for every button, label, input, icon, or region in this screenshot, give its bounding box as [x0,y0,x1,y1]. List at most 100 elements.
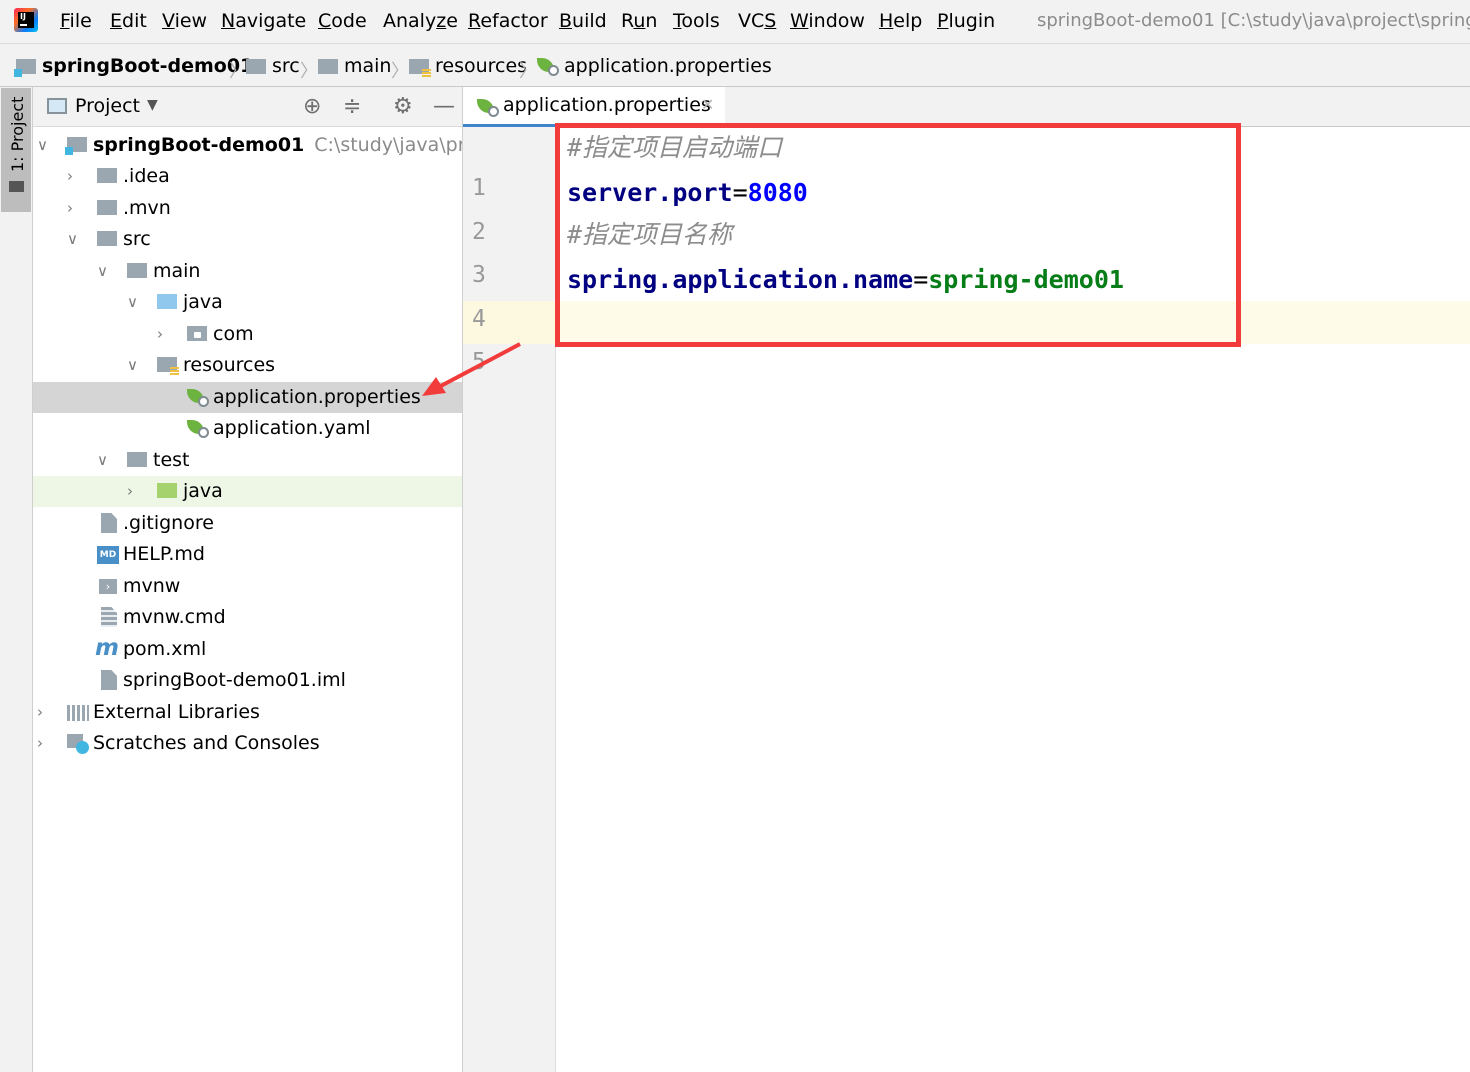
tree-item-pom[interactable]: m pom.xml [33,634,462,665]
module-folder-icon [65,137,87,155]
libraries-icon [67,705,89,721]
menu-refactor[interactable]: Refactor [468,9,548,33]
menu-edit[interactable]: Edit [110,9,147,33]
chevron-down-icon[interactable]: ∨ [67,224,81,255]
editor-tab-application-properties[interactable]: application.properties ✕ [463,87,725,127]
spring-leaf-icon [187,387,209,407]
maven-icon: m [95,635,119,661]
folder-icon [97,168,117,183]
tree-item-gitignore[interactable]: .gitignore [33,508,462,539]
collapse-all-icon[interactable]: ≑ [343,94,361,119]
tree-item-application-properties[interactable]: application.properties [33,382,462,413]
menu-plugin[interactable]: Plugin [937,9,995,33]
chevron-down-icon[interactable]: ∨ [97,445,111,476]
chevron-down-icon[interactable]: ∨ [127,287,141,318]
scratches-icon [67,734,89,754]
test-folder-icon [157,483,177,498]
menu-navigate[interactable]: Navigate [221,9,306,33]
folder-icon [318,58,338,74]
breadcrumb-main[interactable]: main [318,53,391,79]
tree-item-test[interactable]: ∨ test [33,445,462,476]
breadcrumb-project[interactable]: springBoot-demo01 [14,53,253,79]
hide-panel-icon[interactable]: — [433,94,455,119]
project-tool-folder-icon [9,181,24,192]
menu-vcs[interactable]: VCS [738,9,776,33]
shell-script-icon: › [99,579,117,594]
chevron-right-icon[interactable]: › [127,476,141,507]
spring-leaf-icon [537,56,559,76]
tree-item-idea[interactable]: › .idea [33,161,462,192]
left-tool-strip [0,87,33,1072]
folder-icon [97,200,117,215]
chevron-right-icon[interactable]: › [157,319,171,350]
project-panel: Project ▼ ⊕ ≑ ⚙ — ∨ springBoot-demo01 C:\… [33,87,463,1072]
tree-item-help-md[interactable]: MD HELP.md [33,539,462,570]
tree-item-test-java[interactable]: › java [33,476,462,507]
folder-icon [246,58,266,74]
tree-item-java[interactable]: ∨ java [33,287,462,318]
line-number-gutter: 1 2 3 4 5 [463,127,556,1072]
menu-code[interactable]: Code [318,9,367,33]
breadcrumb-file[interactable]: application.properties [537,53,772,79]
project-view-icon [47,98,67,114]
source-folder-icon [157,294,177,309]
menu-bar: IJ File Edit View Navigate Code Analyze … [0,0,1470,43]
chevron-right-icon[interactable]: › [67,193,81,224]
tree-item-application-yaml[interactable]: application.yaml [33,413,462,444]
tree-item-scratches[interactable]: › Scratches and Consoles [33,728,462,759]
editor-tab-bar: application.properties ✕ [463,87,1470,127]
folder-icon [127,452,147,467]
tree-item-resources[interactable]: ∨ resources [33,350,462,381]
chevron-right-icon[interactable]: › [67,161,81,192]
annotation-highlight-box [555,123,1241,347]
line-number: 2 [472,219,486,245]
tree-item-main[interactable]: ∨ main [33,256,462,287]
menu-build[interactable]: Build [559,9,607,33]
project-panel-header: Project ▼ ⊕ ≑ ⚙ — [33,87,462,127]
package-icon [187,326,207,341]
breadcrumb: springBoot-demo01 〉 src 〉 main 〉 resourc… [0,43,1470,87]
spring-leaf-icon [477,97,499,117]
menu-help[interactable]: Help [879,9,922,33]
tree-item-com[interactable]: › com [33,319,462,350]
tree-item-iml[interactable]: springBoot-demo01.iml [33,665,462,696]
breadcrumb-src[interactable]: src [246,53,300,79]
menu-view[interactable]: View [162,9,207,33]
markdown-file-icon: MD [97,546,119,564]
chevron-right-icon: 〉 [391,61,409,82]
chevron-down-icon[interactable]: ▼ [147,97,158,113]
locate-file-icon[interactable]: ⊕ [303,94,321,119]
project-view-title[interactable]: Project [75,95,140,117]
tree-item-root[interactable]: ∨ springBoot-demo01C:\study\java\project [33,130,462,161]
close-icon[interactable]: ✕ [701,95,714,114]
menu-analyze[interactable]: Analyze [383,9,458,33]
menu-run[interactable]: Run [621,9,657,33]
tree-item-mvnw-cmd[interactable]: mvnw.cmd [33,602,462,633]
chevron-down-icon[interactable]: ∨ [37,130,51,161]
chevron-down-icon[interactable]: ∨ [97,256,111,287]
intellij-logo-icon: IJ [14,8,38,32]
line-number: 5 [472,349,486,375]
window-title: springBoot-demo01 [C:\study\java\project… [1037,10,1470,31]
menu-tools[interactable]: Tools [673,9,720,33]
gear-icon[interactable]: ⚙ [393,94,413,119]
chevron-right-icon[interactable]: › [37,728,51,759]
chevron-right-icon: 〉 [300,61,318,82]
folder-icon [127,263,147,278]
tree-item-mvnw[interactable]: › mvnw [33,571,462,602]
tree-item-mvn[interactable]: › .mvn [33,193,462,224]
tree-item-external-libraries[interactable]: › External Libraries [33,697,462,728]
chevron-down-icon[interactable]: ∨ [127,350,141,381]
line-number: 3 [472,262,486,288]
breadcrumb-resources[interactable]: resources [409,53,527,79]
menu-window[interactable]: Window [790,9,865,33]
project-tool-label[interactable]: 1: Project [8,97,27,172]
line-number: 4 [472,306,486,332]
tree-item-src[interactable]: ∨ src [33,224,462,255]
gitignore-file-icon [101,513,117,533]
menu-file[interactable]: File [60,9,92,33]
chevron-right-icon: 〉 [519,61,537,82]
line-number: 1 [472,175,486,201]
chevron-right-icon: 〉 [229,61,247,82]
chevron-right-icon[interactable]: › [37,697,51,728]
